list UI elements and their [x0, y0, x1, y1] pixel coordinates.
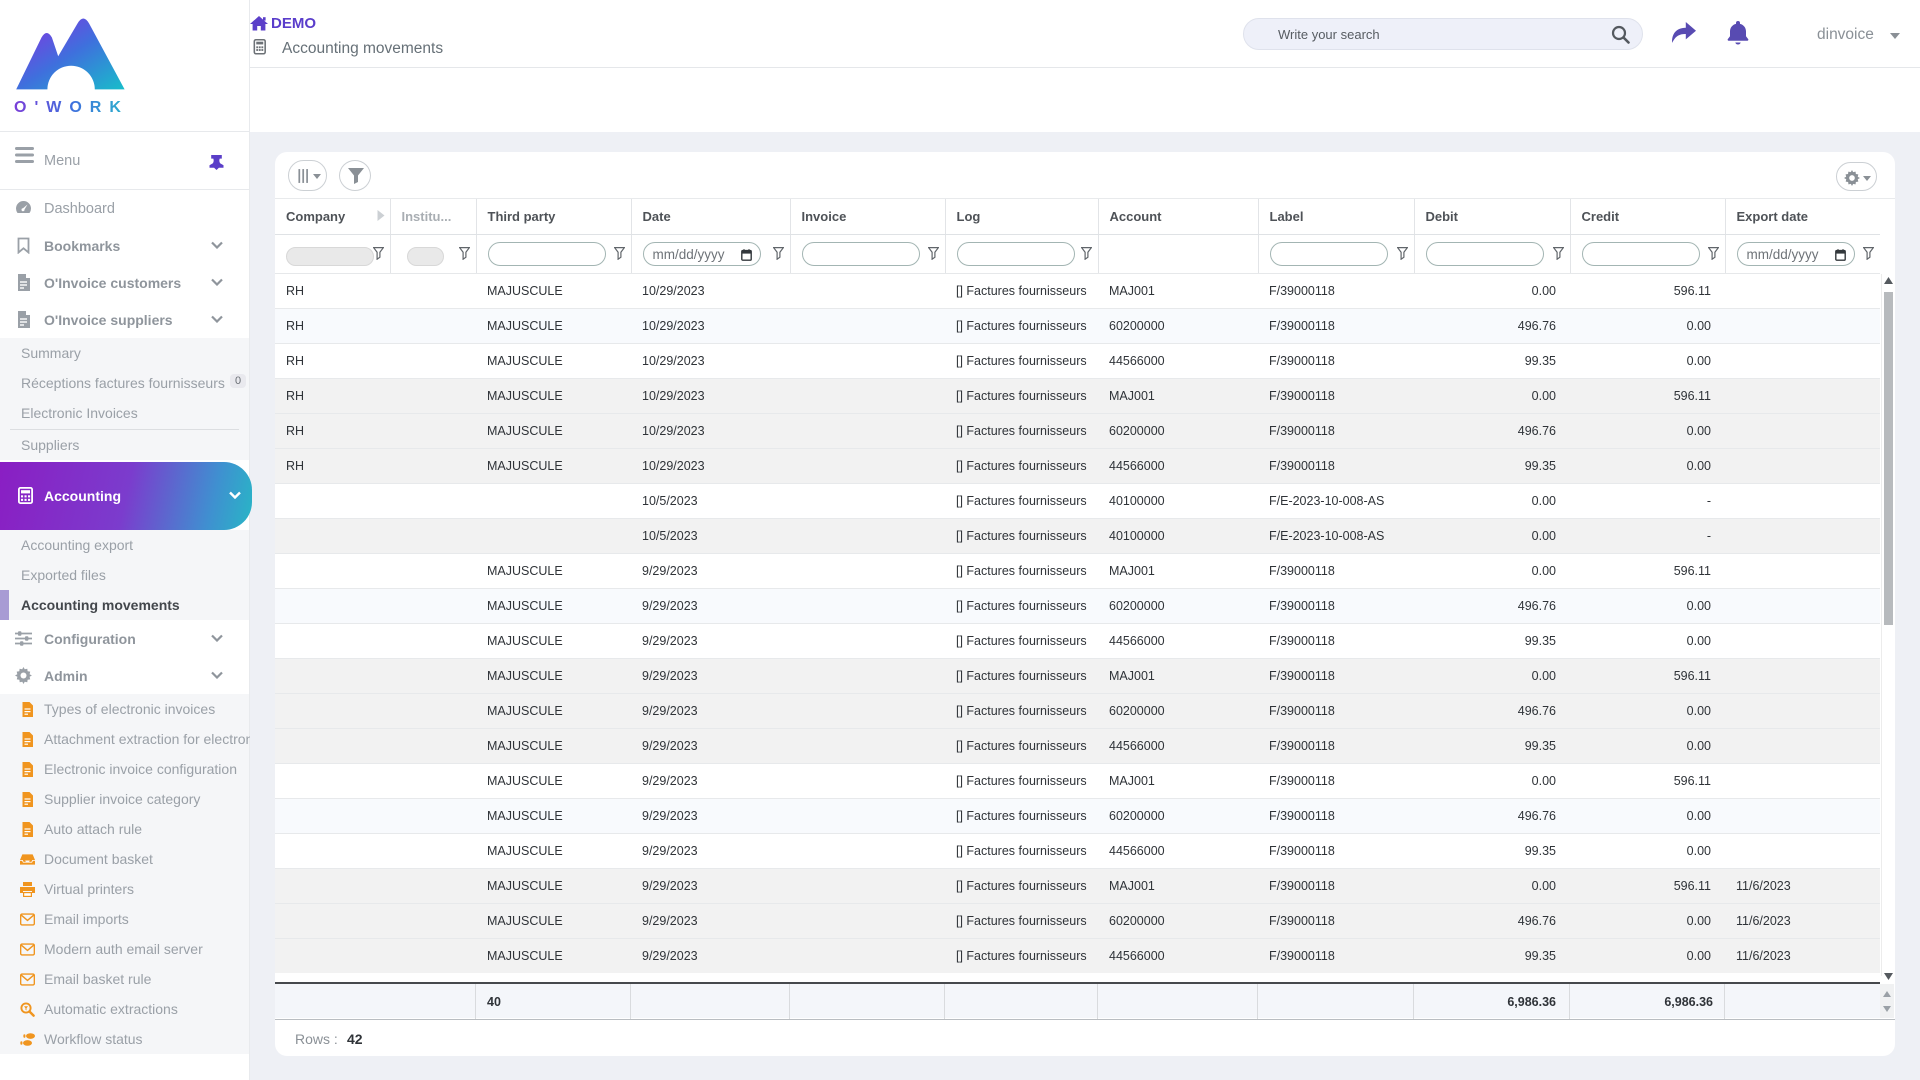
svg-text:O'WORK: O'WORK [14, 99, 129, 116]
